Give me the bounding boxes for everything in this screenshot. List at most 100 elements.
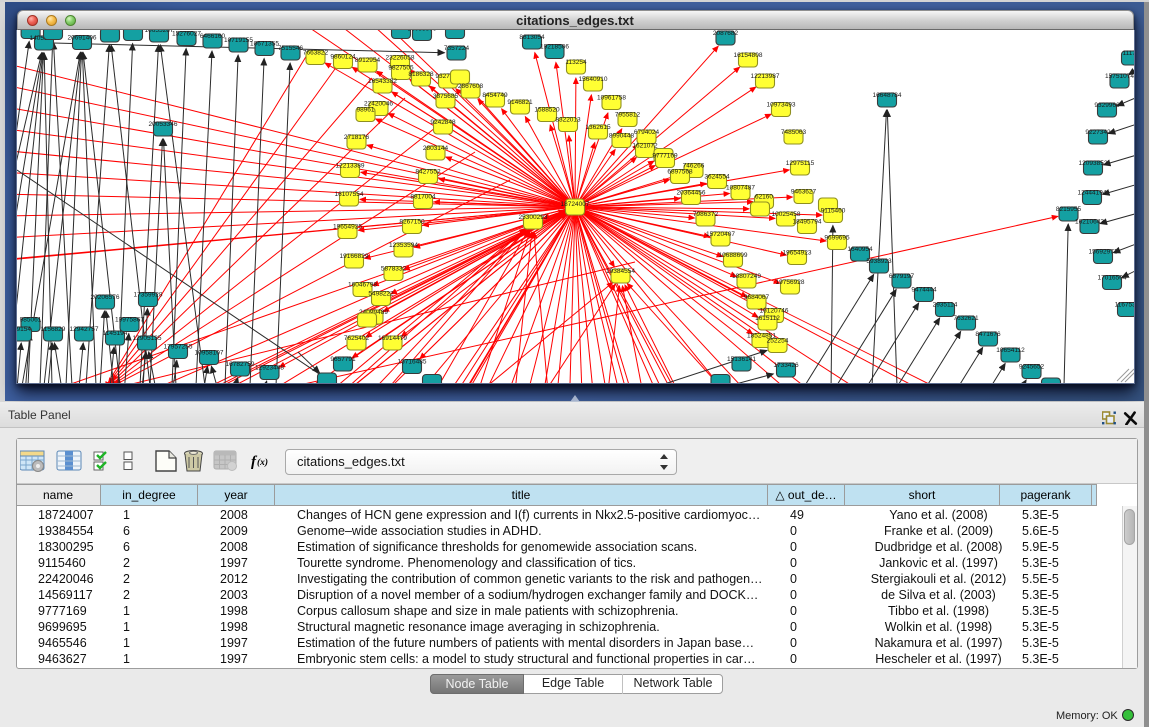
svg-text:9657791: 9657791	[330, 356, 356, 363]
svg-text:62160: 62160	[755, 194, 773, 201]
svg-text:9474444: 9474444	[911, 287, 937, 294]
svg-text:1621072: 1621072	[632, 143, 658, 150]
svg-text:8912954: 8912954	[355, 57, 381, 64]
svg-text:12353594: 12353594	[389, 242, 418, 249]
svg-text:10973493: 10973493	[767, 102, 796, 109]
svg-text:8267150: 8267150	[399, 219, 425, 226]
svg-text:7625402: 7625402	[344, 335, 370, 342]
svg-text:20206576: 20206576	[91, 294, 120, 301]
svg-text:11173: 11173	[1122, 50, 1134, 57]
svg-text:15640910: 15640910	[579, 76, 608, 83]
svg-text:8454749: 8454749	[482, 92, 508, 99]
svg-text:1615112: 1615112	[755, 315, 780, 322]
svg-text:1362615: 1362615	[585, 124, 611, 131]
svg-text:20691406: 20691406	[68, 35, 97, 42]
svg-text:9115460: 9115460	[821, 208, 846, 215]
svg-text:7515546: 7515546	[278, 45, 304, 52]
svg-text:16210643: 16210643	[1075, 219, 1104, 226]
svg-text:15276027: 15276027	[172, 31, 201, 38]
svg-text:16120746: 16120746	[760, 308, 789, 315]
svg-text:7986372: 7986372	[693, 211, 719, 218]
svg-text:17359928: 17359928	[134, 292, 163, 299]
svg-text:1156829: 1156829	[41, 326, 66, 333]
svg-text:5938923: 5938923	[866, 258, 892, 265]
svg-text:15716485: 15716485	[398, 359, 427, 366]
svg-text:19166829: 19166829	[340, 253, 369, 260]
svg-text:12093852: 12093852	[1079, 160, 1108, 167]
svg-text:8215955: 8215955	[1056, 206, 1082, 213]
svg-text:9777169: 9777169	[652, 153, 678, 160]
svg-text:39154: 39154	[17, 326, 31, 333]
svg-text:9329966: 9329966	[1094, 102, 1120, 109]
svg-text:16782759: 16782759	[226, 361, 255, 368]
svg-text:16033809: 16033809	[408, 30, 437, 33]
svg-text:5498222: 5498222	[368, 291, 394, 298]
svg-text:7663822: 7663822	[303, 50, 329, 57]
svg-text:17016504: 17016504	[1098, 275, 1127, 282]
svg-text:9463627: 9463627	[791, 189, 817, 196]
svg-text:2087682: 2087682	[713, 30, 739, 37]
svg-text:25300293: 25300293	[519, 214, 548, 221]
svg-text:10671355: 10671355	[250, 41, 279, 48]
svg-text:1733426: 1733426	[773, 362, 799, 369]
svg-text:9245652: 9245652	[1019, 364, 1045, 371]
svg-text:9227342: 9227342	[1085, 129, 1111, 136]
svg-text:10655287: 10655287	[145, 30, 174, 34]
svg-text:12975115: 12975115	[786, 160, 815, 167]
svg-text:19756928: 19756928	[776, 279, 805, 286]
svg-text:20053346: 20053346	[149, 121, 178, 128]
svg-text:18724007: 18724007	[561, 201, 590, 208]
svg-text:18495794: 18495794	[793, 219, 822, 226]
svg-text:2803144: 2803144	[423, 145, 449, 152]
svg-text:16154808: 16154808	[734, 52, 763, 59]
svg-text:10688609: 10688609	[719, 252, 748, 259]
svg-text:12444194: 12444194	[1078, 190, 1107, 197]
svg-text:16046798: 16046798	[348, 282, 377, 289]
svg-text:6897568: 6897568	[667, 169, 693, 176]
svg-text:7955812: 7955812	[615, 112, 641, 119]
svg-text:6466160: 6466160	[200, 33, 226, 40]
svg-text:12213389: 12213389	[336, 163, 365, 170]
svg-text:8990448: 8990448	[609, 133, 635, 140]
svg-text:17957255: 17957255	[164, 344, 193, 351]
svg-text:2935114: 2935114	[933, 302, 958, 309]
svg-text:1640954: 1640954	[847, 246, 873, 253]
svg-text:8427552: 8427552	[415, 169, 441, 176]
svg-text:10719155: 10719155	[224, 37, 253, 44]
svg-text:9684067: 9684067	[744, 294, 770, 301]
svg-text:9242848: 9242848	[430, 119, 456, 126]
svg-text:19218506: 19218506	[540, 44, 569, 51]
svg-text:10958107: 10958107	[195, 350, 224, 357]
svg-text:8186328: 8186328	[408, 71, 434, 78]
svg-text:5878332: 5878332	[381, 266, 407, 273]
svg-text:9860124: 9860124	[330, 54, 356, 61]
svg-text:20364456: 20364456	[677, 190, 706, 197]
svg-text:3875685: 3875685	[433, 93, 459, 100]
svg-text:19654923: 19654923	[783, 250, 812, 257]
svg-text:10025458: 10025458	[772, 211, 801, 218]
svg-text:252254: 252254	[767, 338, 789, 345]
svg-text:16648784: 16648784	[873, 92, 902, 99]
svg-text:8322013: 8322013	[555, 117, 581, 124]
svg-text:12213987: 12213987	[751, 73, 780, 80]
svg-text:98961: 98961	[356, 107, 374, 114]
svg-text:9699695: 9699695	[824, 235, 850, 242]
svg-text:1588520: 1588520	[534, 107, 560, 114]
svg-text:10654112: 10654112	[996, 347, 1025, 354]
svg-text:10961758: 10961758	[597, 95, 626, 102]
svg-text:113254: 113254	[565, 59, 587, 66]
svg-text:3624554: 3624554	[704, 174, 730, 181]
svg-text:2718176: 2718176	[344, 134, 370, 141]
svg-text:15751074: 15751074	[1105, 73, 1134, 80]
svg-text:23226058: 23226058	[386, 55, 415, 62]
svg-text:19384554: 19384554	[606, 268, 635, 275]
svg-text:16543382: 16543382	[368, 78, 397, 85]
svg-text:12905135: 12905135	[133, 335, 162, 342]
svg-text:18807249: 18807249	[732, 273, 761, 280]
svg-text:8813054: 8813054	[519, 34, 545, 41]
svg-text:7485063: 7485063	[781, 129, 807, 136]
svg-text:10807487: 10807487	[726, 185, 755, 192]
svg-text:16107554: 16107554	[335, 191, 364, 198]
svg-text:7357224: 7357224	[444, 45, 470, 52]
svg-text:19654925: 19654925	[333, 224, 362, 231]
